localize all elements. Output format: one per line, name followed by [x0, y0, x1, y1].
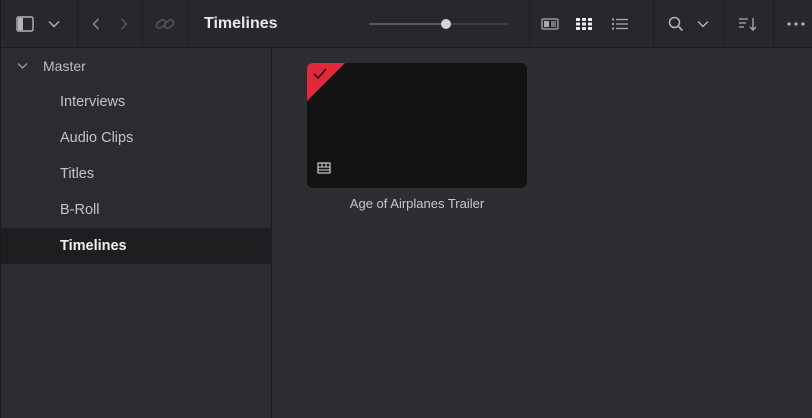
- divider: [653, 0, 654, 48]
- zoom-slider-handle[interactable]: [441, 19, 451, 29]
- clip-item[interactable]: Age of Airplanes Trailer: [307, 63, 527, 211]
- master-bin-label: Master: [43, 58, 86, 74]
- clip-name: Age of Airplanes Trailer: [349, 196, 485, 211]
- sidebar-options-button[interactable]: [43, 0, 65, 48]
- sidebar-item-titles[interactable]: Titles: [1, 156, 271, 192]
- back-icon: [92, 17, 100, 30]
- page-title: Timelines: [204, 14, 278, 32]
- search-button[interactable]: [661, 0, 691, 48]
- divider: [187, 0, 188, 48]
- sidebar-toggle-icon: [16, 15, 34, 32]
- master-bin[interactable]: Master: [1, 48, 271, 84]
- list-view-icon: [612, 18, 628, 29]
- chevron-down-icon: [697, 20, 709, 27]
- bin-list: Master Interviews Audio Clips Titles B-R…: [1, 48, 272, 418]
- sidebar-item-label: B-Roll: [60, 202, 100, 218]
- more-options-button[interactable]: [781, 0, 811, 48]
- link-button[interactable]: [143, 0, 187, 48]
- divider: [529, 0, 530, 48]
- divider: [773, 0, 774, 48]
- sort-icon: [739, 17, 757, 31]
- sidebar-item-interviews[interactable]: Interviews: [1, 84, 271, 120]
- sidebar-toggle-button[interactable]: [7, 0, 43, 48]
- zoom-slider[interactable]: [369, 19, 509, 29]
- list-view-button[interactable]: [605, 0, 635, 48]
- metadata-view-button[interactable]: [535, 0, 565, 48]
- forward-icon: [120, 17, 128, 30]
- clip-grid: Age of Airplanes Trailer: [273, 48, 812, 418]
- sidebar-item-timelines[interactable]: Timelines: [1, 228, 271, 264]
- back-button[interactable]: [78, 0, 114, 48]
- forward-button[interactable]: [114, 0, 134, 48]
- search-options-button[interactable]: [693, 0, 713, 48]
- sidebar-item-audio-clips[interactable]: Audio Clips: [1, 120, 271, 156]
- toolbar: Timelines: [1, 0, 812, 48]
- sidebar-item-label: Audio Clips: [60, 130, 134, 146]
- link-icon: [155, 18, 175, 29]
- zoom-slider-fill: [369, 23, 446, 25]
- divider: [723, 0, 724, 48]
- timeline-icon: [317, 162, 331, 174]
- chevron-down-icon: [17, 63, 28, 69]
- clip-thumbnail[interactable]: [307, 63, 527, 188]
- media-pool-panel: Timelines Master Interviews Audio Clips …: [0, 0, 812, 418]
- sort-button[interactable]: [731, 0, 765, 48]
- sidebar-item-label: Timelines: [60, 238, 127, 254]
- metadata-view-icon: [541, 17, 559, 30]
- sidebar-item-label: Interviews: [60, 94, 126, 110]
- chevron-down-icon: [48, 20, 60, 27]
- more-icon: [787, 21, 805, 26]
- sidebar-item-b-roll[interactable]: B-Roll: [1, 192, 271, 228]
- checkmark-icon: [313, 68, 327, 80]
- thumbnail-view-button[interactable]: [569, 0, 599, 48]
- search-icon: [668, 16, 684, 31]
- thumbnail-view-icon: [576, 17, 592, 30]
- sidebar-item-label: Titles: [60, 166, 95, 182]
